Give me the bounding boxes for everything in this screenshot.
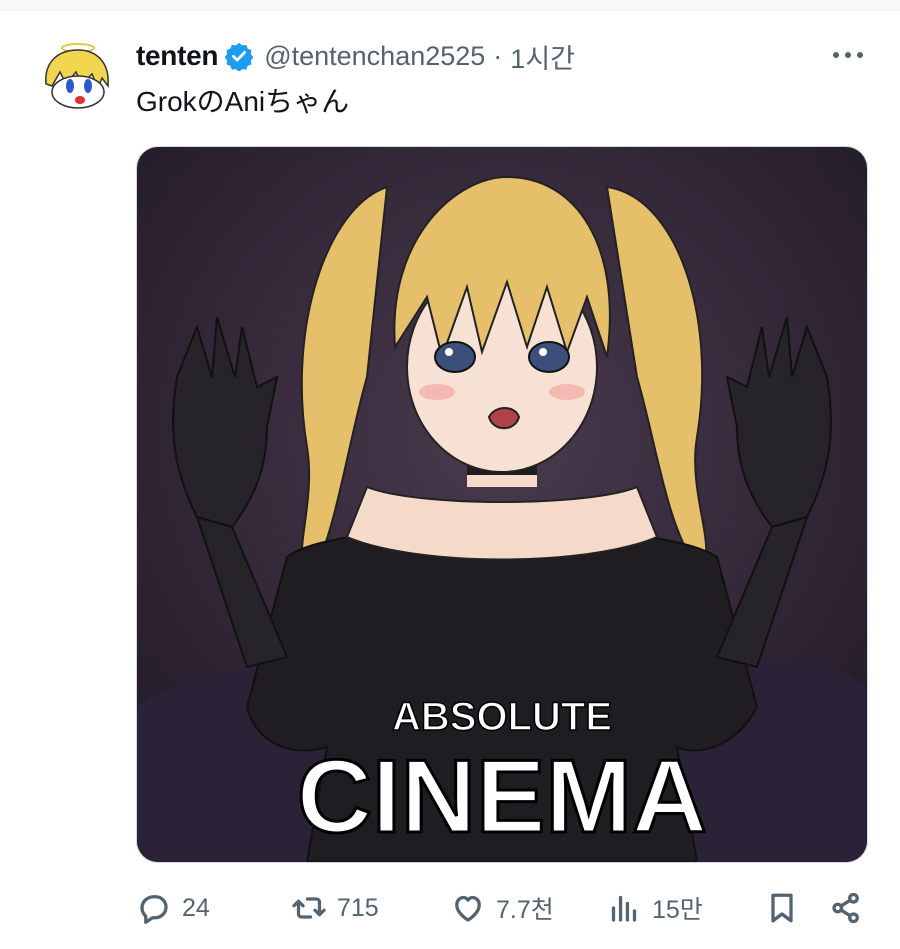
user-handle[interactable]: @tentenchan2525 [264, 41, 485, 72]
bookmark-icon [771, 893, 793, 923]
like-icon [455, 895, 481, 922]
bookmark-button[interactable] [764, 880, 800, 936]
views-icon [611, 895, 637, 922]
reply-icon [140, 895, 168, 924]
verified-badge-icon [224, 41, 254, 72]
share-button[interactable] [828, 880, 864, 936]
reply-button[interactable]: 24 [136, 880, 210, 936]
display-name[interactable]: tenten [136, 40, 219, 72]
like-count: 7.7천 [496, 896, 554, 924]
timestamp[interactable]: 1시간 [510, 37, 575, 76]
repost-button[interactable]: 715 [291, 880, 379, 936]
tweet-media-image[interactable]: ABSOLUTE CINEMA [136, 146, 868, 863]
like-button[interactable]: 7.7천 [450, 880, 554, 936]
avatar[interactable] [38, 38, 114, 114]
separator-dot: · [493, 40, 503, 71]
caption-bottom: CINEMA [297, 739, 707, 855]
reply-count: 24 [182, 893, 210, 922]
caption-top: ABSOLUTE [392, 695, 612, 739]
tweet-text: GrokのAniちゃん [136, 86, 350, 117]
share-icon [832, 892, 859, 924]
views-button[interactable]: 15만 [606, 880, 703, 936]
tweet-actions: 24 715 7.7천 15만 [136, 880, 876, 936]
tweet-header: tenten @tentenchan2525 · 1시간 [136, 36, 575, 76]
more-icon[interactable] [828, 40, 868, 70]
repost-count: 715 [337, 893, 379, 922]
repost-icon [292, 897, 326, 919]
views-count: 15만 [652, 896, 703, 924]
top-divider [0, 0, 900, 11]
